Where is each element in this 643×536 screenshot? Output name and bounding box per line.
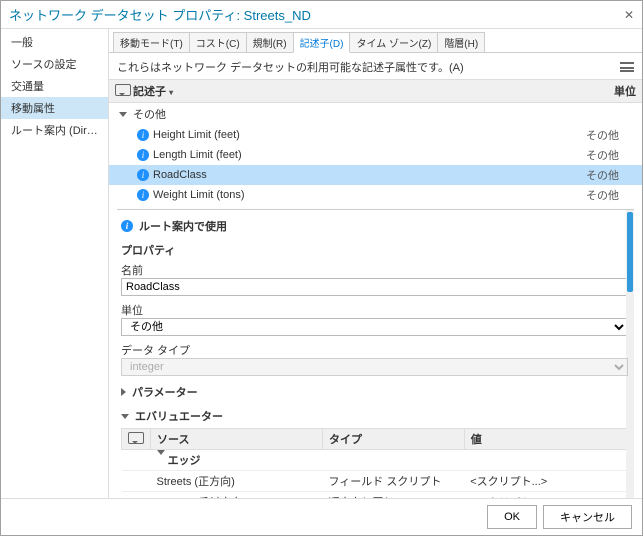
group-other[interactable]: その他 xyxy=(109,103,642,125)
info-icon: i xyxy=(137,169,149,181)
group-edge[interactable]: エッジ xyxy=(122,450,628,471)
scrollbar[interactable] xyxy=(626,210,634,498)
section-parameters[interactable]: パラメーター xyxy=(117,380,634,404)
info-icon: i xyxy=(137,149,149,161)
col-unit[interactable]: 単位 xyxy=(586,83,636,99)
scrollbar-thumb[interactable] xyxy=(627,212,633,292)
label-name: 名前 xyxy=(117,260,634,278)
section-evaluators[interactable]: エバリュエーター xyxy=(117,404,634,428)
sidebar-item-general[interactable]: 一般 xyxy=(1,31,108,53)
sidebar-item-travel-attrs[interactable]: 移動属性 xyxy=(1,97,108,119)
col-source[interactable]: ソース xyxy=(151,429,323,450)
chevron-down-icon xyxy=(119,112,127,117)
label-unit: 単位 xyxy=(117,300,634,318)
evaluator-table: ソース タイプ 値 エッジ Streets (正方向)フィールド スクリプト<ス… xyxy=(121,428,628,498)
ok-button[interactable]: OK xyxy=(487,505,537,529)
dialog-title: ネットワーク データセット プロパティ: Streets_ND xyxy=(9,5,311,24)
comment-icon xyxy=(115,84,131,96)
sidebar-item-traffic[interactable]: 交通量 xyxy=(1,75,108,97)
label-datatype: データ タイプ xyxy=(117,340,634,358)
tab-bar: 移動モード(T) コスト(C) 規制(R) 記述子(D) タイム ゾーン(Z) … xyxy=(109,29,642,53)
description-text: これらはネットワーク データセットの利用可能な記述子属性です。(A) xyxy=(117,59,464,75)
usage-text: ルート案内で使用 xyxy=(139,218,227,234)
col-descriptor[interactable]: 記述子 ▾ xyxy=(133,83,586,99)
table-row[interactable]: Streets (正方向)フィールド スクリプト<スクリプト...> xyxy=(122,471,628,492)
tab-travel-mode[interactable]: 移動モード(T) xyxy=(113,32,190,53)
sidebar-item-directions[interactable]: ルート案内 (Directions) xyxy=(1,119,108,141)
col-value[interactable]: 値 xyxy=(464,429,627,450)
unit-select[interactable]: その他 xyxy=(121,318,628,336)
table-row[interactable]: Streets (反対方向)順方向と同じ<スクリプト...> xyxy=(122,492,628,499)
info-icon: i xyxy=(121,220,133,232)
attribute-grid-header: 記述子 ▾ 単位 xyxy=(109,79,642,103)
name-field[interactable] xyxy=(121,278,628,296)
close-icon[interactable]: ✕ xyxy=(624,8,634,22)
chevron-down-icon xyxy=(157,450,165,467)
col-type[interactable]: タイプ xyxy=(323,429,465,450)
comment-icon xyxy=(128,432,144,444)
tab-timezone[interactable]: タイム ゾーン(Z) xyxy=(349,32,438,53)
attr-row-height-limit[interactable]: i Height Limit (feet) その他 xyxy=(109,125,642,145)
chevron-right-icon xyxy=(121,388,126,396)
tab-cost[interactable]: コスト(C) xyxy=(189,32,247,53)
info-icon: i xyxy=(137,189,149,201)
info-icon: i xyxy=(137,129,149,141)
sidebar: 一般 ソースの設定 交通量 移動属性 ルート案内 (Directions) xyxy=(1,29,109,498)
menu-icon[interactable] xyxy=(620,62,634,72)
attr-row-roadclass[interactable]: i RoadClass その他 xyxy=(109,165,642,185)
tab-restriction[interactable]: 規制(R) xyxy=(246,32,294,53)
tab-hierarchy[interactable]: 階層(H) xyxy=(437,32,485,53)
section-properties: プロパティ xyxy=(117,240,634,260)
sidebar-item-source[interactable]: ソースの設定 xyxy=(1,53,108,75)
attr-row-weight-limit[interactable]: i Weight Limit (tons) その他 xyxy=(109,185,642,205)
attr-row-length-limit[interactable]: i Length Limit (feet) その他 xyxy=(109,145,642,165)
datatype-select: integer xyxy=(121,358,628,376)
tab-descriptor[interactable]: 記述子(D) xyxy=(293,32,351,53)
chevron-down-icon xyxy=(121,414,129,419)
cancel-button[interactable]: キャンセル xyxy=(543,505,632,529)
